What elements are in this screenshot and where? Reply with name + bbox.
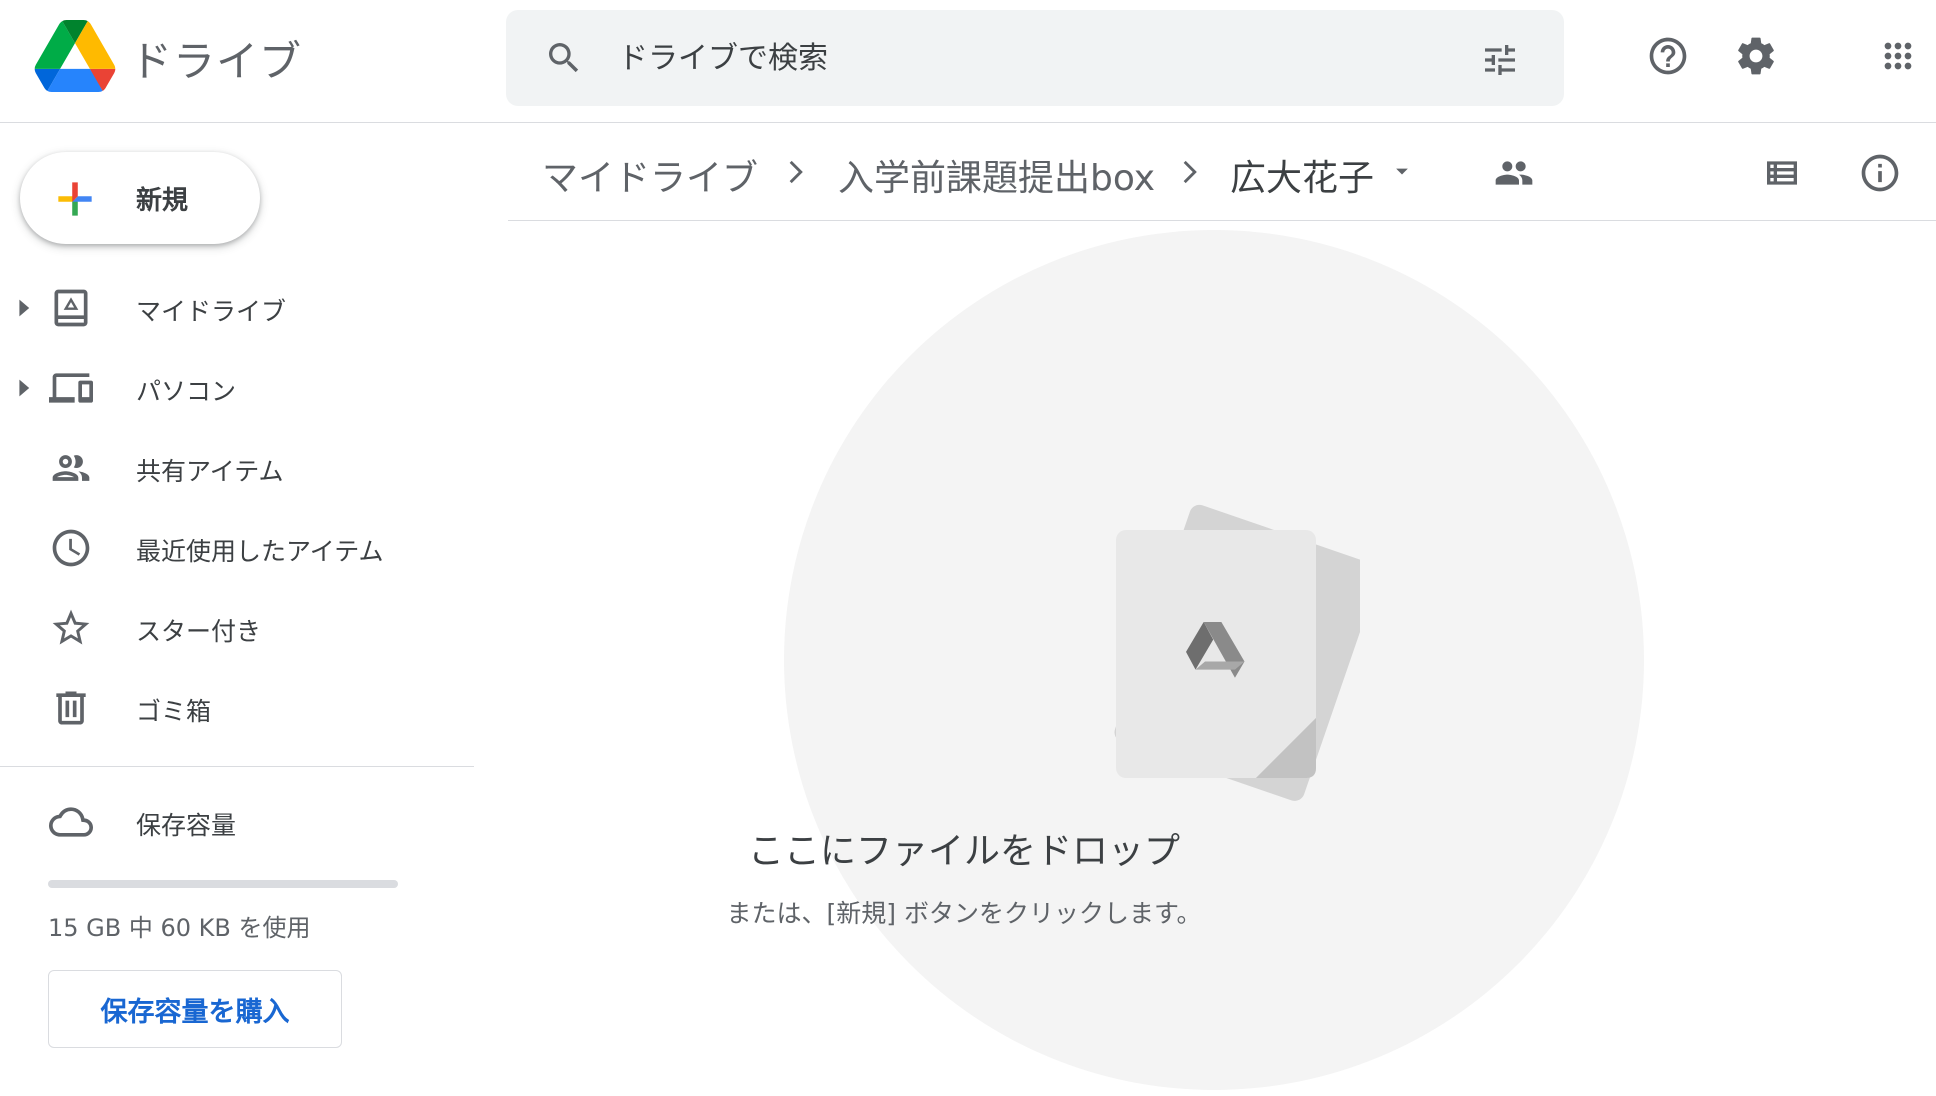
- drop-zone-title: ここにファイルをドロップ: [747, 831, 1180, 872]
- plus-icon: [58, 182, 92, 216]
- clock-icon: [52, 529, 90, 567]
- sidebar-item-my-drive[interactable]: マイドライブ: [0, 276, 470, 340]
- new-button-label: 新規: [136, 186, 189, 216]
- sidebar-item-recent[interactable]: 最近使用したアイテム: [0, 516, 470, 580]
- chevron-right-icon: [789, 160, 803, 184]
- sidebar-item-label: 最近使用したアイテム: [136, 537, 384, 566]
- sidebar-divider: [0, 766, 474, 767]
- file-drop-illustration-icon: [1114, 504, 1360, 801]
- search-options-icon[interactable]: [1478, 40, 1522, 80]
- chevron-right-icon: [1183, 160, 1197, 184]
- dropdown-arrow-icon[interactable]: [1388, 157, 1416, 185]
- info-icon[interactable]: [1858, 151, 1902, 195]
- sidebar-item-label: マイドライブ: [136, 297, 287, 326]
- help-icon[interactable]: [1646, 34, 1690, 78]
- expand-arrow-icon[interactable]: [18, 378, 32, 398]
- main-toolbar: マイドライブ 入学前課題提出box 広大花子: [508, 123, 1936, 221]
- search-bar: [506, 10, 1564, 106]
- sidebar-item-trash[interactable]: ゴミ箱: [0, 676, 470, 740]
- breadcrumb-item-current[interactable]: 広大花子: [1230, 149, 1374, 201]
- breadcrumb-item-my-drive[interactable]: マイドライブ: [542, 149, 758, 201]
- google-drive-logo[interactable]: [34, 20, 116, 92]
- settings-gear-icon[interactable]: [1734, 34, 1778, 78]
- sidebar-item-computers[interactable]: パソコン: [0, 356, 470, 420]
- breadcrumb-item-folder[interactable]: 入学前課題提出box: [838, 149, 1155, 201]
- sidebar-item-label: パソコン: [136, 377, 237, 406]
- sidebar-item-label: ゴミ箱: [136, 697, 212, 726]
- top-bar: ドライブ: [0, 0, 1936, 123]
- apps-grid-icon[interactable]: [1878, 36, 1918, 76]
- search-icon[interactable]: [544, 38, 584, 78]
- search-input[interactable]: [616, 30, 1436, 86]
- list-view-icon[interactable]: [1762, 153, 1802, 193]
- star-icon: [52, 609, 90, 645]
- computers-icon: [49, 373, 93, 403]
- trash-icon: [56, 691, 86, 725]
- sidebar-item-shared[interactable]: 共有アイテム: [0, 436, 470, 500]
- expand-arrow-icon[interactable]: [18, 298, 32, 318]
- shared-people-icon: [52, 455, 90, 481]
- storage-usage-bar: [48, 880, 398, 888]
- sidebar-item-label: 共有アイテム: [136, 457, 284, 486]
- sidebar-item-label: スター付き: [136, 617, 262, 646]
- shared-folder-people-icon[interactable]: [1494, 153, 1534, 193]
- my-drive-icon: [54, 289, 88, 327]
- drop-zone-subtitle: または、[新規] ボタンをクリックします。: [726, 899, 1202, 928]
- new-button[interactable]: 新規: [20, 152, 260, 244]
- buy-storage-button[interactable]: 保存容量を購入: [48, 970, 342, 1048]
- sidebar-item-starred[interactable]: スター付き: [0, 596, 470, 660]
- app-title: ドライブ: [130, 37, 303, 86]
